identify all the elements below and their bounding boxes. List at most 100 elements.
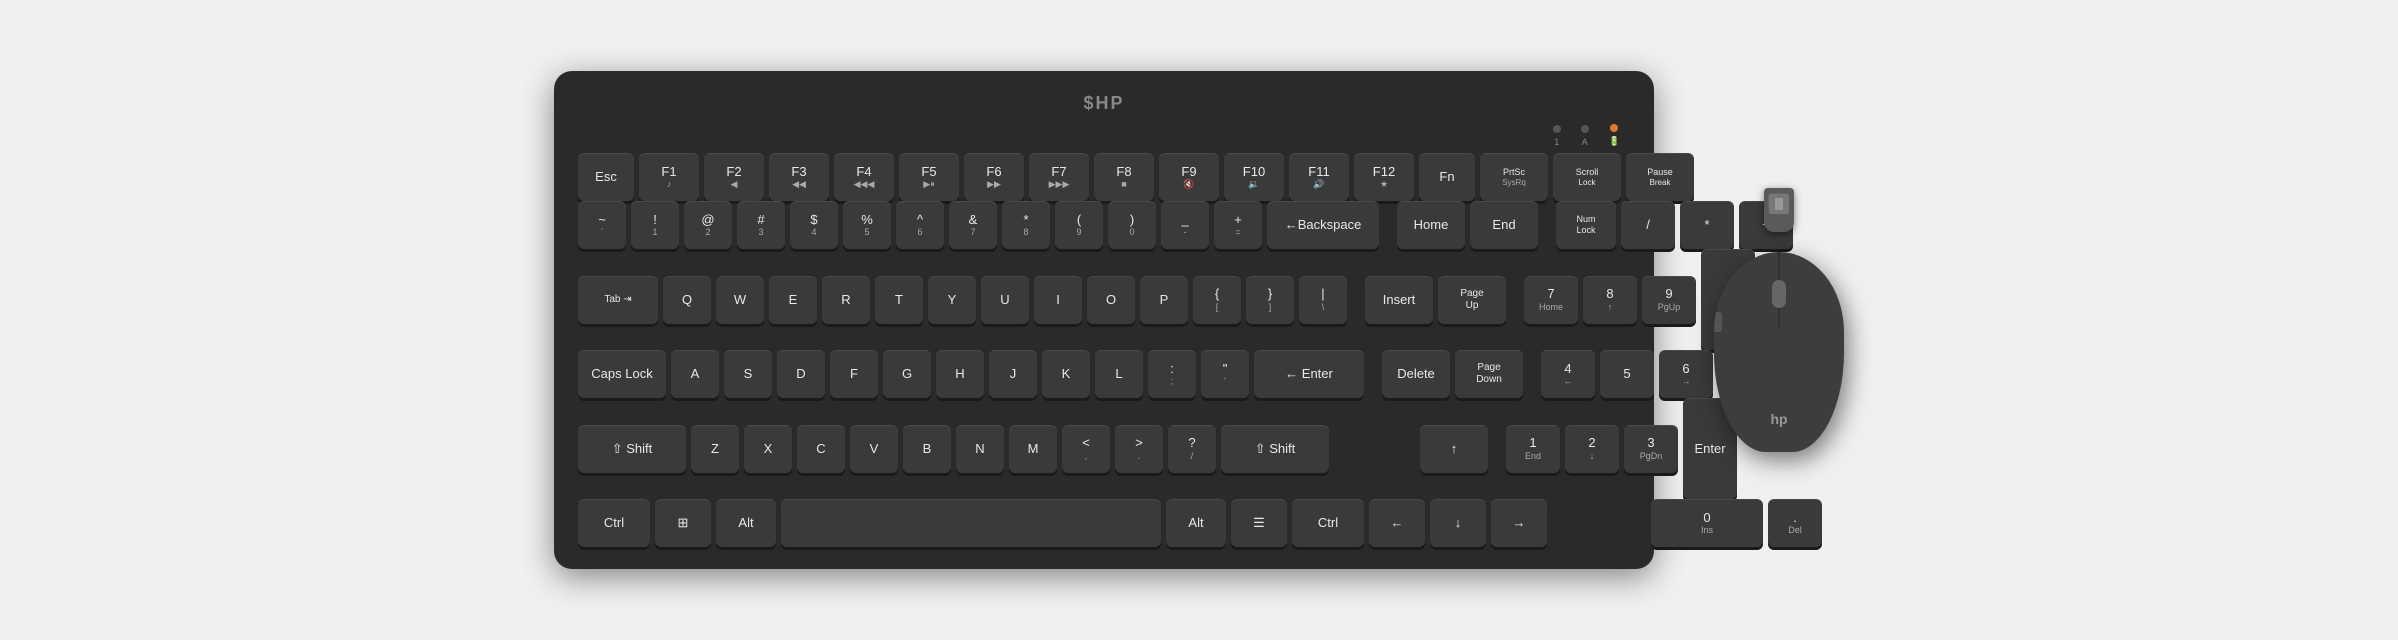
key-e[interactable]: E [769,276,817,324]
key-end[interactable]: End [1470,201,1538,249]
key-f8[interactable]: F8■ [1094,153,1154,201]
key-scroll-lock[interactable]: ScrollLock [1553,153,1621,201]
key-0[interactable]: )0 [1108,201,1156,249]
key-numpad-6[interactable]: 6→ [1659,350,1713,398]
key-left-ctrl[interactable]: Ctrl [578,499,650,547]
key-f10[interactable]: F10🔉 [1224,153,1284,201]
key-numpad-slash[interactable]: / [1621,201,1675,249]
key-right-ctrl[interactable]: Ctrl [1292,499,1364,547]
key-f6[interactable]: F6▶▶ [964,153,1024,201]
key-f7[interactable]: F7▶▶▶ [1029,153,1089,201]
key-pause[interactable]: PauseBreak [1626,153,1694,201]
key-caps-lock[interactable]: Caps Lock [578,350,666,398]
key-insert[interactable]: Insert [1365,276,1433,324]
key-prtsc[interactable]: PrtScSysRq [1480,153,1548,201]
key-home[interactable]: Home [1397,201,1465,249]
key-c[interactable]: C [797,425,845,473]
key-r[interactable]: R [822,276,870,324]
key-9[interactable]: (9 [1055,201,1103,249]
key-numpad-5[interactable]: 5 [1600,350,1654,398]
key-esc[interactable]: Esc [578,153,634,201]
key-d[interactable]: D [777,350,825,398]
key-n[interactable]: N [956,425,1004,473]
key-k[interactable]: K [1042,350,1090,398]
key-4[interactable]: $4 [790,201,838,249]
key-numpad-2[interactable]: 2↓ [1565,425,1619,473]
key-i[interactable]: I [1034,276,1082,324]
key-menu[interactable]: ☰ [1231,499,1287,547]
key-semicolon[interactable]: :; [1148,350,1196,398]
key-numpad-star[interactable]: * [1680,201,1734,249]
key-open-bracket[interactable]: {[ [1193,276,1241,324]
key-enter[interactable]: ← Enter [1254,350,1364,398]
key-f9[interactable]: F9🔇 [1159,153,1219,201]
key-m[interactable]: M [1009,425,1057,473]
key-1[interactable]: !1 [631,201,679,249]
key-close-bracket[interactable]: }] [1246,276,1294,324]
key-f5[interactable]: F5▶⏸ [899,153,959,201]
key-backspace[interactable]: ←Backspace [1267,201,1379,249]
key-8[interactable]: *8 [1002,201,1050,249]
key-b[interactable]: B [903,425,951,473]
key-x[interactable]: X [744,425,792,473]
key-v[interactable]: V [850,425,898,473]
key-tab[interactable]: Tab ⇥ [578,276,658,324]
key-g[interactable]: G [883,350,931,398]
key-win[interactable]: ⊞ [655,499,711,547]
key-fn[interactable]: Fn [1419,153,1475,201]
key-slash[interactable]: ?/ [1168,425,1216,473]
key-quote[interactable]: "' [1201,350,1249,398]
key-backtick[interactable]: ~` [578,201,626,249]
key-2[interactable]: @2 [684,201,732,249]
key-3[interactable]: #3 [737,201,785,249]
key-numpad-9[interactable]: 9PgUp [1642,276,1696,324]
key-arrow-right[interactable]: → [1491,499,1547,547]
key-7[interactable]: &7 [949,201,997,249]
key-l[interactable]: L [1095,350,1143,398]
key-f1[interactable]: F1♪ [639,153,699,201]
key-arrow-left[interactable]: ← [1369,499,1425,547]
key-left-alt[interactable]: Alt [716,499,776,547]
key-numpad-7[interactable]: 7Home [1524,276,1578,324]
key-right-shift[interactable]: ⇧ Shift [1221,425,1329,473]
key-arrow-up[interactable]: ↑ [1420,425,1488,473]
key-f3[interactable]: F3◀◀ [769,153,829,201]
key-numpad-0[interactable]: 0Ins [1651,499,1763,547]
key-a[interactable]: A [671,350,719,398]
key-numpad-dot[interactable]: .Del [1768,499,1822,547]
key-arrow-down[interactable]: ↓ [1430,499,1486,547]
key-comma[interactable]: <, [1062,425,1110,473]
key-delete[interactable]: Delete [1382,350,1450,398]
key-numpad-8[interactable]: 8↑ [1583,276,1637,324]
key-s[interactable]: S [724,350,772,398]
key-f4[interactable]: F4◀◀◀ [834,153,894,201]
key-w[interactable]: W [716,276,764,324]
key-period[interactable]: >. [1115,425,1163,473]
key-j[interactable]: J [989,350,1037,398]
key-space[interactable] [781,499,1161,547]
key-p[interactable]: P [1140,276,1188,324]
key-f[interactable]: F [830,350,878,398]
key-page-up[interactable]: PageUp [1438,276,1506,324]
key-z[interactable]: Z [691,425,739,473]
key-q[interactable]: Q [663,276,711,324]
key-o[interactable]: O [1087,276,1135,324]
key-left-shift[interactable]: ⇧ Shift [578,425,686,473]
key-right-alt[interactable]: Alt [1166,499,1226,547]
key-num-lock[interactable]: NumLock [1556,201,1616,249]
key-page-down[interactable]: PageDown [1455,350,1523,398]
key-f2[interactable]: F2◀ [704,153,764,201]
key-5[interactable]: %5 [843,201,891,249]
key-f11[interactable]: F11🔊 [1289,153,1349,201]
key-numpad-3[interactable]: 3PgDn [1624,425,1678,473]
key-y[interactable]: Y [928,276,976,324]
key-numpad-1[interactable]: 1End [1506,425,1560,473]
key-minus[interactable]: _- [1161,201,1209,249]
key-6[interactable]: ^6 [896,201,944,249]
key-t[interactable]: T [875,276,923,324]
key-h[interactable]: H [936,350,984,398]
key-backslash[interactable]: |\ [1299,276,1347,324]
key-equals[interactable]: += [1214,201,1262,249]
key-f12[interactable]: F12★ [1354,153,1414,201]
key-numpad-4[interactable]: 4← [1541,350,1595,398]
